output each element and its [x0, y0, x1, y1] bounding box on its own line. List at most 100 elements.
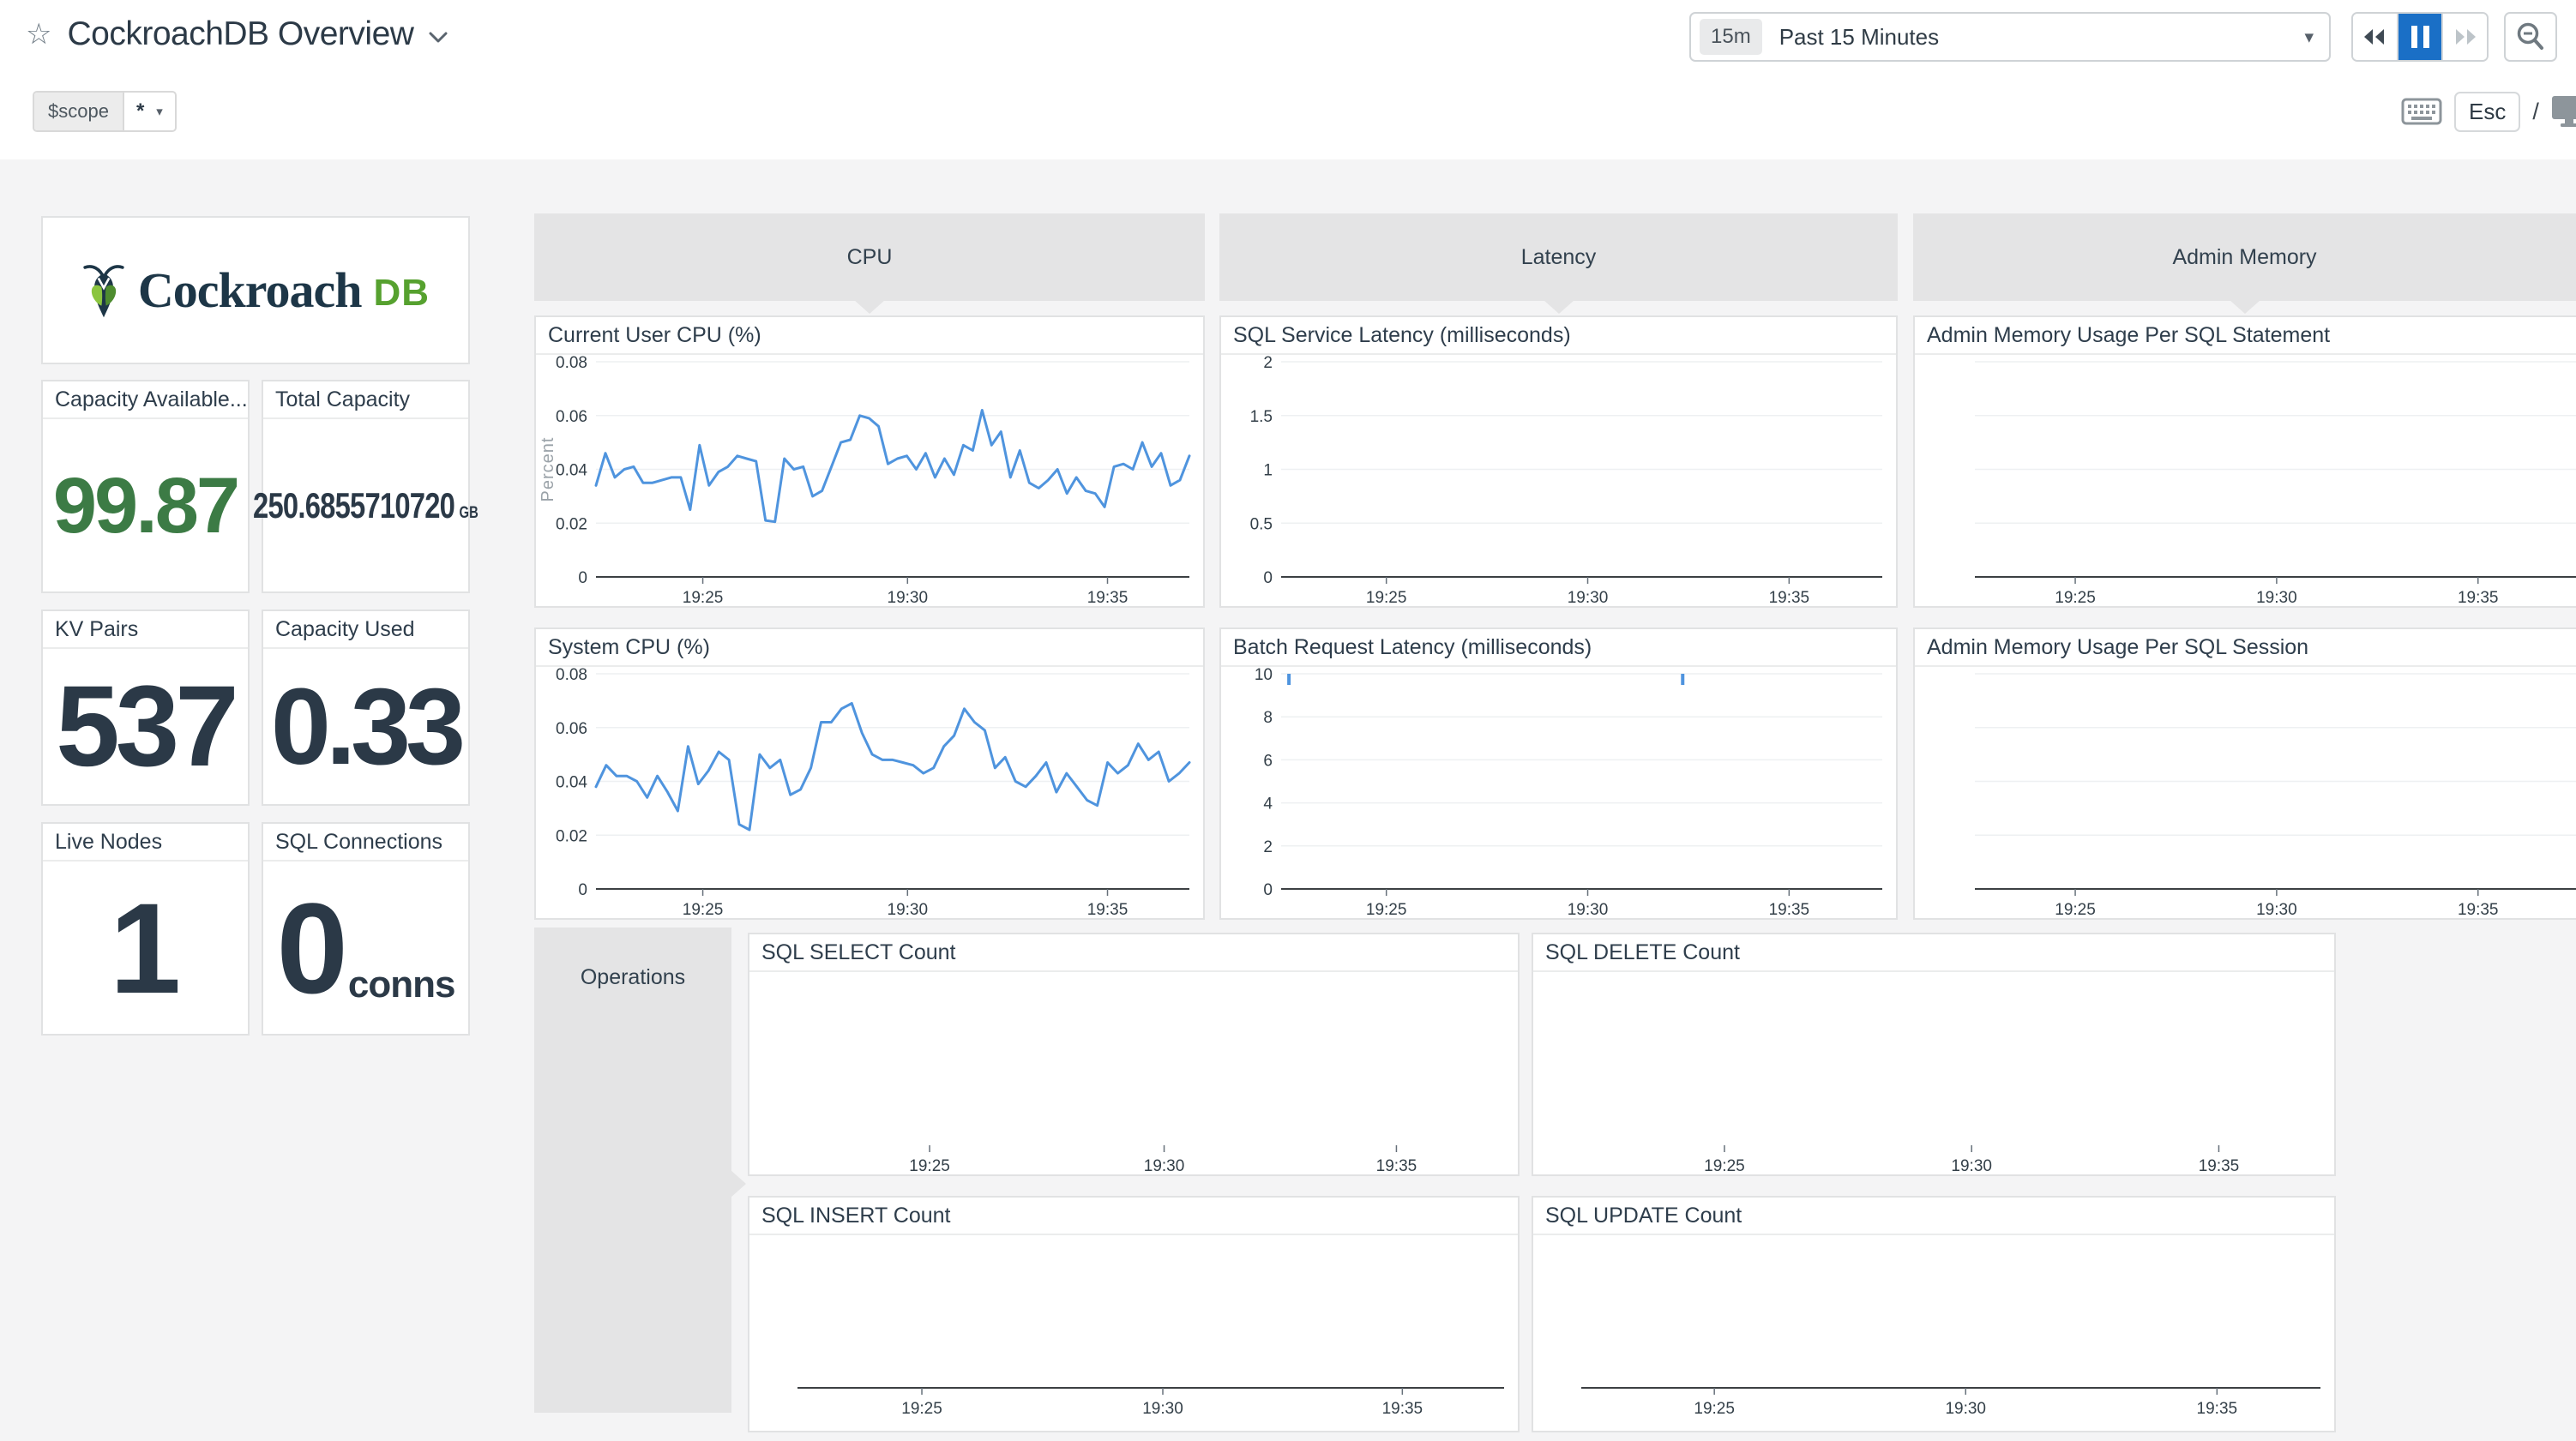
- chart-card-system-cpu[interactable]: System CPU (%) 0.080.060.040.02019:2519:…: [534, 627, 1205, 920]
- forward-button[interactable]: [2441, 14, 2487, 60]
- chart-title: Admin Memory Usage Per SQL Statement: [1915, 317, 2576, 355]
- title-chevron-down-icon[interactable]: [429, 32, 448, 44]
- chart-card-current-user-cpu[interactable]: Current User CPU (%) 0.080.060.040.02019…: [534, 315, 1205, 608]
- chart-card-batch-request-latency[interactable]: Batch Request Latency (milliseconds) 108…: [1219, 627, 1898, 920]
- time-range-selector[interactable]: 15m Past 15 Minutes ▾: [1689, 12, 2331, 62]
- stat-value: 537: [56, 669, 235, 784]
- chart-card-sql-service-latency[interactable]: SQL Service Latency (milliseconds) 21.51…: [1219, 315, 1898, 608]
- group-header-latency[interactable]: Latency: [1219, 213, 1898, 301]
- tv-mode-icon[interactable]: [2551, 95, 2576, 128]
- svg-text:19:25: 19:25: [1704, 1157, 1745, 1174]
- svg-text:19:30: 19:30: [1142, 1400, 1183, 1418]
- svg-text:1.5: 1.5: [1250, 408, 1273, 426]
- group-header-admin-memory[interactable]: Admin Memory: [1913, 213, 2576, 301]
- chart-card-sql-delete-count[interactable]: SQL DELETE Count 19:2519:3019:35: [1532, 933, 2336, 1176]
- chart-plot[interactable]: 19:25 19:30 19:35: [1533, 1235, 2334, 1431]
- svg-text:19:25: 19:25: [909, 1157, 950, 1174]
- group-header-operations[interactable]: Operations: [534, 928, 731, 1413]
- svg-text:19:25: 19:25: [2055, 589, 2096, 606]
- svg-text:19:35: 19:35: [1769, 901, 1810, 918]
- group-notch: [854, 300, 885, 314]
- chart-title: SQL SELECT Count: [749, 934, 1518, 972]
- chart-plot[interactable]: 19:2519:3019:35: [749, 972, 1518, 1174]
- svg-text:19:25: 19:25: [1366, 589, 1407, 606]
- svg-text:10: 10: [1255, 667, 1273, 684]
- stat-card-sql-connections[interactable]: SQL Connections 0 conns: [262, 822, 470, 1036]
- stat-value: 1: [110, 884, 181, 1012]
- favorite-star-icon[interactable]: ☆: [26, 17, 51, 51]
- stat-label: Capacity Used: [263, 611, 468, 649]
- group-header-cpu[interactable]: CPU: [534, 213, 1205, 301]
- svg-text:19:35: 19:35: [1087, 901, 1129, 918]
- svg-text:0: 0: [578, 881, 587, 899]
- zoom-out-button[interactable]: [2504, 12, 2557, 62]
- stat-card-total-capacity[interactable]: Total Capacity 250.6855710720 GB: [262, 380, 470, 593]
- rewind-icon: [2363, 27, 2386, 46]
- svg-text:19:25: 19:25: [1694, 1400, 1735, 1418]
- template-variable-scope[interactable]: $scope * ▾: [33, 91, 177, 132]
- chart-title: Current User CPU (%): [536, 317, 1203, 355]
- keyboard-icon[interactable]: [2401, 98, 2442, 125]
- chart-card-sql-select-count[interactable]: SQL SELECT Count 19:2519:3019:35: [748, 933, 1520, 1176]
- svg-text:19:30: 19:30: [1945, 1400, 1986, 1418]
- svg-text:19:30: 19:30: [1568, 589, 1609, 606]
- svg-text:19:30: 19:30: [2256, 589, 2297, 606]
- stat-unit: GB: [460, 505, 478, 521]
- group-notch: [731, 1170, 746, 1198]
- svg-text:0.06: 0.06: [556, 408, 587, 426]
- chart-title: SQL INSERT Count: [749, 1198, 1518, 1235]
- stat-card-kv-pairs[interactable]: KV Pairs 537: [41, 609, 250, 806]
- chart-plot[interactable]: 19:2519:3019:35: [1533, 972, 2334, 1174]
- svg-text:19:35: 19:35: [2197, 1400, 2238, 1418]
- stat-label: Capacity Available...: [43, 381, 248, 419]
- group-title: Latency: [1521, 245, 1597, 270]
- chart-plot[interactable]: 19:2519:3019:35: [1915, 667, 2576, 918]
- chart-plot[interactable]: 0.080.060.040.02019:2519:3019:35Percent: [536, 355, 1203, 606]
- chart-title: SQL DELETE Count: [1533, 934, 2334, 972]
- chart-card-admin-memory-session[interactable]: Admin Memory Usage Per SQL Session 19:25…: [1913, 627, 2576, 920]
- chart-card-sql-insert-count[interactable]: SQL INSERT Count 19:25 19:30 19:35: [748, 1196, 1520, 1432]
- time-range-label: Past 15 Minutes: [1779, 24, 1939, 51]
- svg-text:19:25: 19:25: [901, 1400, 942, 1418]
- chart-card-admin-memory-statement[interactable]: Admin Memory Usage Per SQL Statement 19:…: [1913, 315, 2576, 608]
- group-notch: [2230, 300, 2260, 314]
- chart-plot[interactable]: 21.510.5019:2519:3019:35: [1221, 355, 1896, 606]
- svg-text:19:30: 19:30: [1568, 901, 1609, 918]
- pause-button[interactable]: [2397, 14, 2442, 60]
- stat-label: SQL Connections: [263, 824, 468, 862]
- logo-wordmark: Cockroach: [138, 261, 362, 319]
- chart-card-sql-update-count[interactable]: SQL UPDATE Count 19:25 19:30 19:35: [1532, 1196, 2336, 1432]
- stat-unit: conns: [348, 966, 455, 1004]
- svg-text:19:30: 19:30: [1144, 1157, 1185, 1174]
- slash-separator: /: [2532, 99, 2539, 125]
- chart-plot[interactable]: 108642019:2519:3019:35: [1221, 667, 1896, 918]
- stat-label: KV Pairs: [43, 611, 248, 649]
- chart-title: SQL UPDATE Count: [1533, 1198, 2334, 1235]
- esc-key: Esc: [2454, 92, 2520, 132]
- stat-card-capacity-used[interactable]: Capacity Used 0.33: [262, 609, 470, 806]
- stat-value: 99.87: [53, 466, 238, 545]
- stat-value: 0 conns: [276, 884, 454, 1012]
- svg-text:4: 4: [1263, 796, 1273, 814]
- svg-text:0.5: 0.5: [1250, 515, 1273, 533]
- group-title: Operations: [534, 965, 731, 990]
- svg-text:19:35: 19:35: [1087, 589, 1129, 606]
- time-range-caret-icon: ▾: [2304, 27, 2314, 47]
- chart-title: Batch Request Latency (milliseconds): [1221, 629, 1896, 667]
- svg-text:19:35: 19:35: [1382, 1400, 1423, 1418]
- svg-text:19:25: 19:25: [2055, 901, 2096, 918]
- svg-text:2: 2: [1263, 838, 1273, 856]
- pause-icon: [2411, 26, 2429, 48]
- chart-plot[interactable]: 19:25 19:30 19:35: [749, 1235, 1518, 1431]
- template-variable-value: *: [136, 99, 144, 123]
- dashboard-page: ☆ CockroachDB Overview 15m Past 15 Minut…: [0, 0, 2576, 1441]
- svg-text:1: 1: [1263, 462, 1273, 480]
- chart-plot[interactable]: 19:2519:3019:35: [1915, 355, 2576, 606]
- group-title: CPU: [847, 245, 893, 270]
- rewind-button[interactable]: [2353, 14, 2397, 60]
- stat-card-capacity-available[interactable]: Capacity Available... 99.87: [41, 380, 250, 593]
- chart-plot[interactable]: 0.080.060.040.02019:2519:3019:35: [536, 667, 1203, 918]
- svg-text:19:25: 19:25: [1366, 901, 1407, 918]
- stat-card-live-nodes[interactable]: Live Nodes 1: [41, 822, 250, 1036]
- cockroachdb-logo-card: Cockroach DB: [41, 216, 470, 364]
